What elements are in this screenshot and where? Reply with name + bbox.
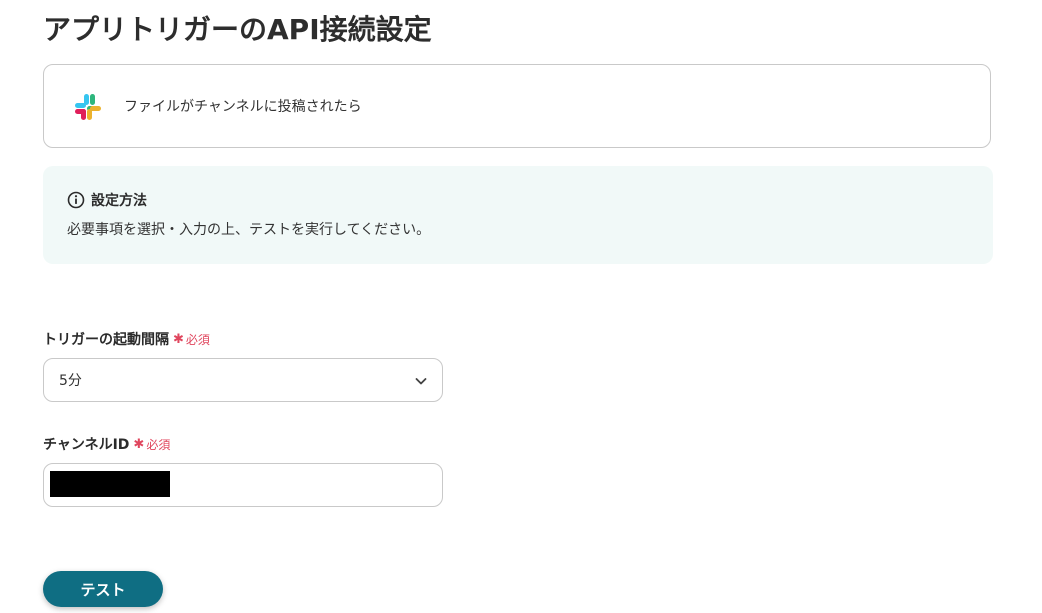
channel-id-label-text: チャンネルID (43, 437, 130, 453)
required-mark: ✱ (173, 332, 184, 347)
interval-select-value: 5分 (59, 373, 82, 389)
required-text: 必須 (185, 333, 210, 347)
channel-id-label: チャンネルID ✱ 必須 (43, 435, 170, 455)
info-heading-text: 設定方法 (91, 193, 147, 209)
interval-label-text: トリガーの起動間隔 (43, 332, 169, 348)
interval-select[interactable]: 5分 (43, 358, 443, 402)
interval-label: トリガーの起動間隔 ✱ 必須 (43, 330, 210, 350)
trigger-label: ファイルがチャンネルに投稿されたら (124, 99, 362, 115)
info-heading: 設定方法 (67, 190, 147, 210)
trigger-card: ファイルがチャンネルに投稿されたら (43, 64, 991, 148)
info-icon (67, 191, 85, 209)
chevron-down-icon (415, 378, 427, 385)
required-text: 必須 (146, 438, 171, 452)
page-title: アプリトリガーのAPI接続設定 (43, 13, 432, 46)
required-mark: ✱ (133, 437, 145, 452)
test-button[interactable]: テスト (43, 571, 163, 607)
channel-id-input[interactable] (43, 463, 443, 507)
slack-icon (75, 94, 101, 120)
setup-info-box: 設定方法 必要事項を選択・入力の上、テストを実行してください。 (43, 166, 993, 264)
redacted-value (50, 471, 170, 497)
info-body: 必要事項を選択・入力の上、テストを実行してください。 (67, 222, 431, 238)
